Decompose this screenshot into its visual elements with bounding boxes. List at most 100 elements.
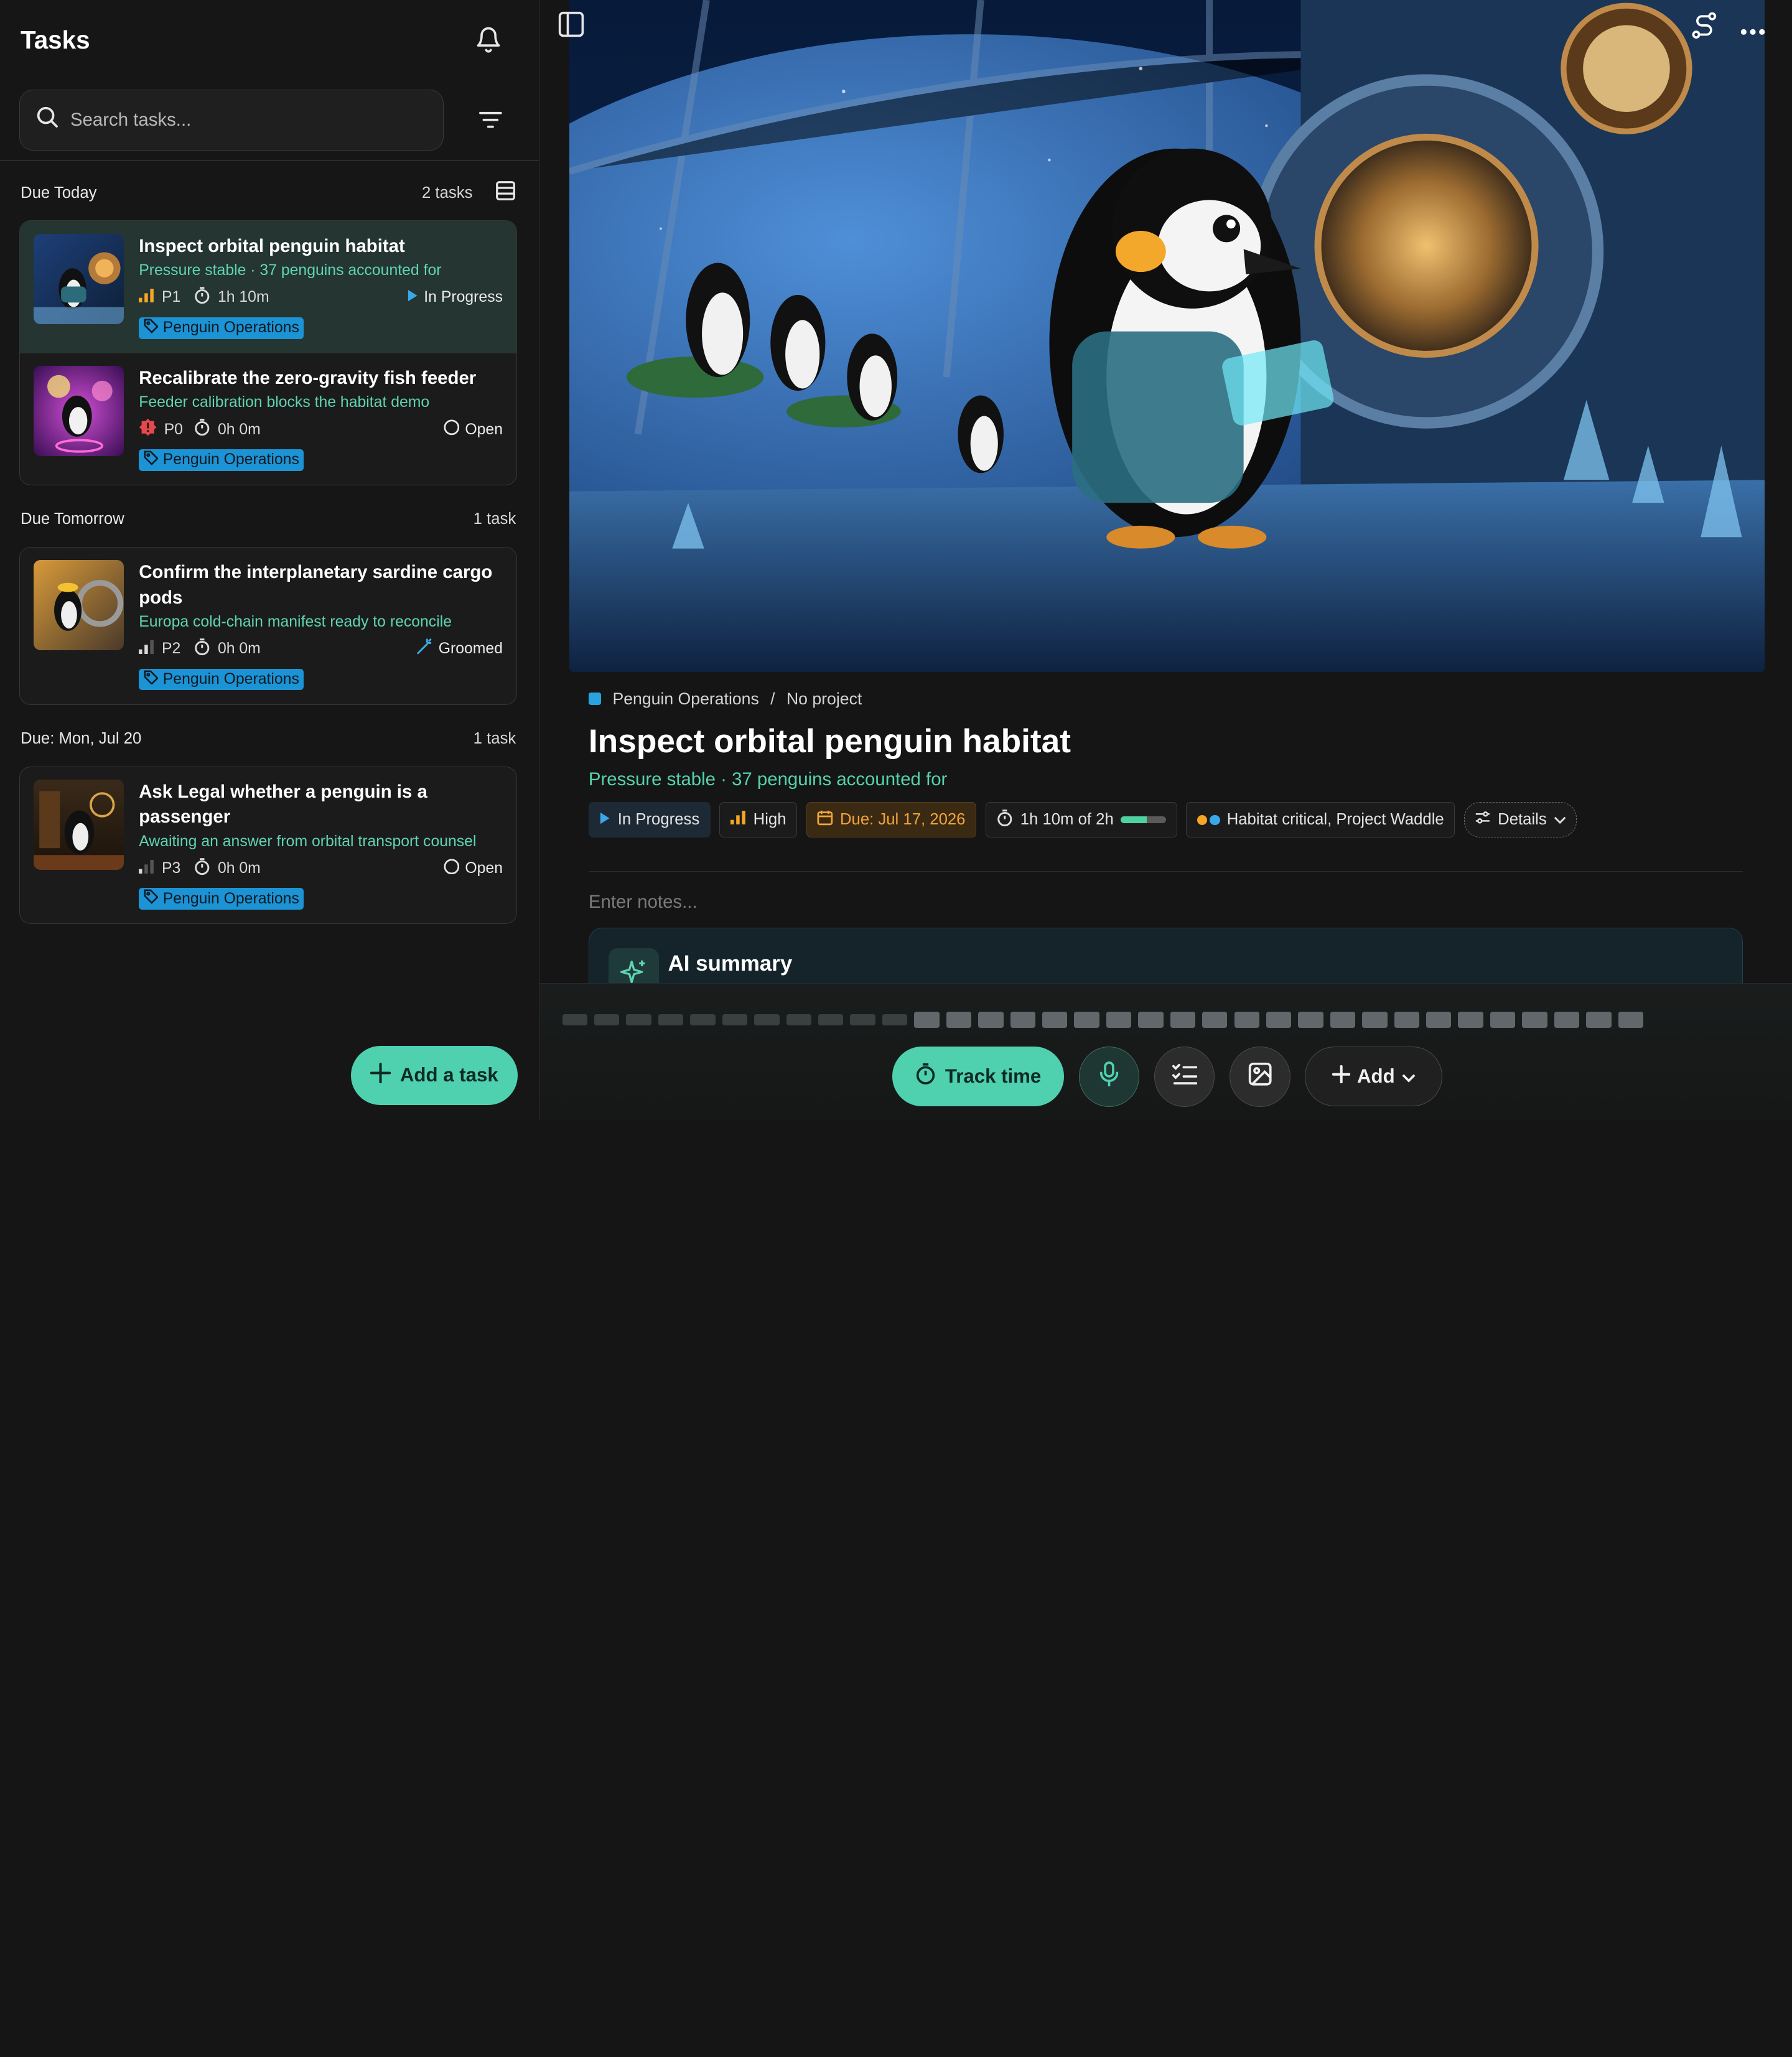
search-icon: [36, 106, 59, 134]
plus-icon: [370, 1062, 391, 1088]
labels-chip[interactable]: Habitat critical, Project Waddle: [1186, 802, 1455, 838]
label-dots-icon: [1197, 814, 1220, 826]
table-view-icon[interactable]: [495, 180, 516, 205]
workflow-icon[interactable]: [1689, 11, 1719, 45]
tag-icon: [144, 670, 159, 689]
app: Tasks Due Today 2 tasks: [0, 0, 1792, 1120]
task-group-card: Ask Legal whether a penguin is a passeng…: [19, 766, 518, 925]
time-progress-fill: [1120, 816, 1147, 824]
filter-icon[interactable]: [479, 111, 503, 129]
time-label: 0h 0m: [217, 860, 261, 877]
image-icon: [1248, 1061, 1272, 1091]
group-count: 2 tasks: [422, 184, 473, 202]
magic-wand-icon: [416, 638, 433, 660]
timer-icon: [194, 418, 211, 441]
due-date-chip[interactable]: Due: Jul 17, 2026: [806, 802, 976, 838]
task-thumbnail: [34, 779, 124, 870]
search-row: [0, 80, 539, 151]
priority-icon: [139, 640, 155, 658]
sidebar-toggle-icon[interactable]: [558, 11, 585, 43]
tag-badge[interactable]: Penguin Operations: [139, 668, 304, 691]
plus-icon: [1332, 1065, 1351, 1088]
chevron-down-icon: [1554, 811, 1566, 829]
task-meta: P3 0h 0m Open: [139, 857, 503, 880]
group-title: Due: Mon, Jul 20: [21, 730, 142, 748]
sidebar-header: Tasks: [0, 0, 539, 80]
ai-summary-title: AI summary: [668, 951, 793, 976]
track-time-button[interactable]: Track time: [892, 1047, 1064, 1106]
status-badge: Open: [443, 419, 503, 440]
status-badge: Open: [443, 859, 503, 879]
task-title: Recalibrate the zero-gravity fish feeder: [139, 367, 477, 388]
add-menu-button[interactable]: Add: [1305, 1047, 1442, 1106]
tag-badge[interactable]: Penguin Operations: [139, 449, 304, 471]
property-chips: In Progress High Due: Jul 17, 2026 1h 10…: [588, 802, 1577, 838]
image-button[interactable]: [1230, 1046, 1290, 1107]
task-item[interactable]: Confirm the interplanetary sardine cargo…: [20, 548, 516, 704]
priority-label: P0: [164, 421, 183, 438]
breadcrumb-project[interactable]: No project: [786, 689, 862, 709]
timer-icon: [996, 809, 1014, 831]
details-dropdown[interactable]: Details: [1463, 802, 1577, 838]
time-progress-bar: [1120, 816, 1167, 824]
time-label: 0h 0m: [217, 640, 261, 658]
checklist-icon: [1172, 1063, 1197, 1091]
audio-waveform: [562, 1012, 1643, 1028]
time-label: 0h 0m: [217, 421, 261, 438]
priority-icon: [139, 288, 155, 307]
tag-icon: [144, 450, 159, 470]
sliders-icon: [1475, 809, 1491, 830]
task-group-card: Confirm the interplanetary sardine cargo…: [19, 546, 518, 705]
task-thumbnail: [34, 365, 124, 456]
search-input[interactable]: [70, 109, 413, 131]
breadcrumb-team[interactable]: Penguin Operations: [612, 689, 758, 709]
priority-label: P1: [161, 289, 181, 306]
task-subtitle: Feeder calibration blocks the habitat de…: [139, 394, 430, 411]
group-heading: Due: Mon, Jul 20 1 task: [0, 716, 539, 762]
play-icon: [407, 289, 418, 306]
timer-icon: [194, 286, 211, 309]
checklist-button[interactable]: [1154, 1046, 1215, 1107]
breadcrumb-separator: /: [770, 689, 775, 708]
task-item[interactable]: Recalibrate the zero-gravity fish feeder…: [20, 352, 517, 485]
group-count: 1 task: [473, 510, 516, 528]
task-title: Ask Legal whether a penguin is a passeng…: [139, 781, 427, 828]
tag-icon: [144, 889, 159, 908]
group-title: Due Tomorrow: [21, 510, 124, 528]
task-detail-pane: Penguin Operations / No project Inspect …: [539, 0, 1792, 1120]
tag-badge[interactable]: Penguin Operations: [139, 317, 304, 339]
time-tracking-chip[interactable]: 1h 10m of 2h: [985, 802, 1177, 838]
timer-icon: [194, 857, 211, 880]
priority-chip[interactable]: High: [719, 802, 798, 838]
tag-icon: [144, 319, 159, 338]
notes-input[interactable]: Enter notes...: [589, 892, 698, 913]
task-subtitle: Pressure stable · 37 penguins accounted …: [139, 261, 442, 279]
status-chip[interactable]: In Progress: [588, 802, 711, 838]
task-item[interactable]: Ask Legal whether a penguin is a passeng…: [20, 767, 516, 924]
bell-icon[interactable]: [475, 25, 502, 55]
timer-icon: [915, 1063, 936, 1091]
group-title: Due Today: [21, 184, 97, 202]
microphone-button[interactable]: [1078, 1046, 1140, 1107]
calendar-icon: [817, 809, 833, 830]
time-label: 1h 10m: [217, 289, 269, 306]
task-thumbnail: [34, 233, 124, 324]
page-title: Tasks: [21, 25, 90, 54]
circle-icon: [443, 419, 460, 440]
task-detail-subtitle[interactable]: Pressure stable · 37 penguins accounted …: [589, 769, 947, 790]
add-task-button[interactable]: Add a task: [350, 1045, 518, 1106]
breadcrumb: Penguin Operations / No project: [588, 689, 862, 709]
tag-badge[interactable]: Penguin Operations: [139, 888, 304, 910]
search-box[interactable]: [19, 90, 444, 151]
hero-image: [569, 0, 1765, 672]
task-detail-title[interactable]: Inspect orbital penguin habitat: [589, 722, 1071, 760]
chevron-down-icon: [1402, 1065, 1416, 1088]
status-badge: In Progress: [407, 289, 503, 306]
task-subtitle: Europa cold-chain manifest ready to reco…: [139, 613, 452, 630]
sidebar: Tasks Due Today 2 tasks: [0, 0, 539, 1120]
priority-icon: [730, 811, 747, 829]
task-meta: P0 0h 0m Open: [139, 419, 503, 440]
task-item[interactable]: Inspect orbital penguin habitat Pressure…: [20, 221, 517, 353]
team-color-swatch: [588, 692, 602, 706]
more-options-icon[interactable]: [1739, 21, 1766, 42]
